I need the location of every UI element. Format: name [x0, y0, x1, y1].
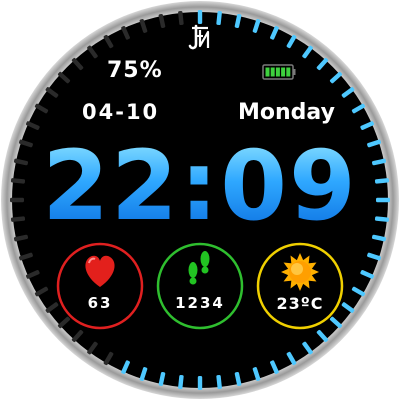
- date-label: 04-10: [82, 100, 160, 124]
- minute-tick: [197, 376, 203, 390]
- battery-cell: [286, 67, 291, 77]
- battery-cell: [265, 67, 270, 77]
- battery-percentage: 75%: [107, 58, 163, 83]
- steps-value: 1234: [175, 294, 225, 312]
- digital-time: 22:09: [0, 136, 400, 236]
- heart-rate-value: 63: [87, 294, 113, 312]
- watch-face: 75% 04-10 Monday 22:09 63 1234 23ºC: [0, 0, 400, 400]
- battery-cell: [270, 67, 275, 77]
- temperature-value: 23ºC: [276, 294, 324, 313]
- brand-logo: [188, 24, 210, 50]
- battery-cell: [281, 67, 286, 77]
- battery-cell: [275, 67, 280, 77]
- weekday-label: Monday: [238, 100, 335, 125]
